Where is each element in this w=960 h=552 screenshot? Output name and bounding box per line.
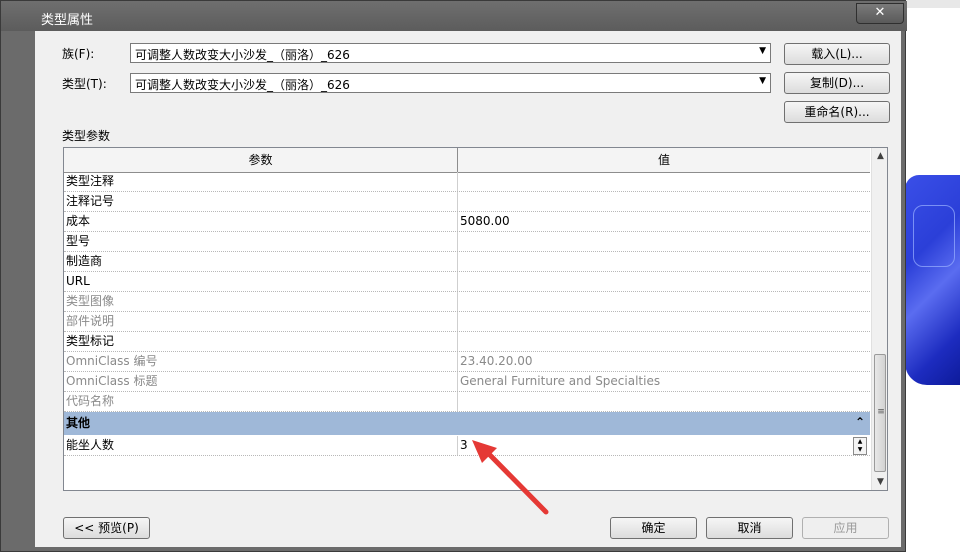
cancel-button[interactable]: 取消 xyxy=(706,517,793,539)
close-button[interactable]: ✕ xyxy=(856,3,904,24)
background-toolbar xyxy=(900,0,960,8)
param-name: 部件说明 xyxy=(66,314,115,328)
apply-button[interactable]: 应用 xyxy=(802,517,889,539)
ok-button[interactable]: 确定 xyxy=(610,517,697,539)
param-value[interactable] xyxy=(460,272,860,291)
table-row[interactable]: 注释记号 xyxy=(64,192,870,212)
scroll-thumb[interactable]: ≡ xyxy=(874,354,886,472)
table-row[interactable]: OmniClass 编号 23.40.20.00 xyxy=(64,352,870,372)
column-header-parameter[interactable]: 参数 xyxy=(64,148,458,172)
dropdown-arrow-icon[interactable]: ▼ xyxy=(759,46,766,56)
table-row[interactable]: 类型标记 xyxy=(64,332,870,352)
param-value[interactable] xyxy=(460,192,860,211)
grip-icon: ≡ xyxy=(877,407,885,417)
param-name: 类型图像 xyxy=(66,294,115,308)
sofa-3d-model xyxy=(905,175,960,385)
param-name: OmniClass 标题 xyxy=(66,374,158,388)
load-button[interactable]: 载入(L)... xyxy=(784,43,890,65)
table-row[interactable]: OmniClass 标题 General Furniture and Specia… xyxy=(64,372,870,392)
table-row[interactable]: 型号 xyxy=(64,232,870,252)
family-label: 族(F): xyxy=(62,47,95,61)
column-header-value[interactable]: 值 xyxy=(458,148,870,172)
table-row[interactable]: 类型图像 xyxy=(64,292,870,312)
family-value: 可调整人数改变大小沙发_（丽洛）_626 xyxy=(135,48,350,62)
param-name: OmniClass 编号 xyxy=(66,354,158,368)
dialog-title: 类型属性 xyxy=(41,13,94,28)
type-label: 类型(T): xyxy=(62,77,107,91)
preview-button[interactable]: << 预览(P) xyxy=(63,517,150,539)
duplicate-button[interactable]: 复制(D)... xyxy=(784,72,890,94)
param-value: 23.40.20.00 xyxy=(460,354,533,368)
parameters-grid[interactable]: 参数 值 类型注释 注释记号 成本 5080.00 型号 制造商 URL 类型图像… xyxy=(63,147,888,491)
param-value[interactable]: 5080.00 xyxy=(460,212,860,231)
param-value[interactable] xyxy=(460,312,860,331)
param-name: 制造商 xyxy=(66,254,103,268)
grid-rows: 类型注释 注释记号 成本 5080.00 型号 制造商 URL 类型图像 部件说明… xyxy=(64,172,870,456)
param-value: General Furniture and Specialties xyxy=(460,374,661,388)
table-row[interactable]: 制造商 xyxy=(64,252,870,272)
param-name: 注释记号 xyxy=(66,194,115,208)
scroll-up-arrow-icon[interactable]: ▲ xyxy=(872,148,887,164)
collapse-chevron-icon[interactable]: ⌃ xyxy=(855,415,865,429)
param-value[interactable] xyxy=(460,332,860,351)
type-combobox[interactable]: 可调整人数改变大小沙发_（丽洛）_626 ▼ xyxy=(130,73,771,93)
rename-button[interactable]: 重命名(R)... xyxy=(784,101,890,123)
grid-header: 参数 值 xyxy=(64,148,870,173)
param-name: URL xyxy=(66,274,90,288)
type-value: 可调整人数改变大小沙发_（丽洛）_626 xyxy=(135,78,350,92)
scroll-down-arrow-icon[interactable]: ▼ xyxy=(872,474,887,490)
param-value[interactable] xyxy=(460,252,860,271)
param-name: 能坐人数 xyxy=(66,438,115,452)
table-row[interactable]: 成本 5080.00 xyxy=(64,212,870,232)
title-bar[interactable]: 类型属性 ✕ xyxy=(1,1,907,31)
param-value xyxy=(460,392,860,411)
table-row[interactable]: 代码名称 xyxy=(64,392,870,412)
table-row[interactable]: 能坐人数 3 ▲ ▼ xyxy=(64,436,870,456)
param-value[interactable] xyxy=(460,292,860,311)
param-name: 代码名称 xyxy=(66,394,115,408)
table-row[interactable]: URL xyxy=(64,272,870,292)
table-row[interactable]: 类型注释 xyxy=(64,172,870,192)
param-name: 类型注释 xyxy=(66,174,115,188)
group-header-other[interactable]: 其他 ⌃ xyxy=(64,412,870,436)
group-label: 其他 xyxy=(66,416,91,430)
table-row[interactable]: 部件说明 xyxy=(64,312,870,332)
seat-count-stepper[interactable]: ▲ ▼ xyxy=(853,437,867,455)
param-name: 型号 xyxy=(66,234,91,248)
param-value[interactable] xyxy=(460,172,860,191)
grid-vertical-scrollbar[interactable]: ▲ ≡ ▼ xyxy=(871,148,887,490)
param-value[interactable] xyxy=(460,232,860,251)
param-name: 类型标记 xyxy=(66,334,115,348)
type-parameters-label: 类型参数 xyxy=(62,129,111,143)
seat-count-value[interactable]: 3 xyxy=(460,436,860,455)
param-name: 成本 xyxy=(66,214,91,228)
dropdown-arrow-icon[interactable]: ▼ xyxy=(759,76,766,86)
family-combobox[interactable]: 可调整人数改变大小沙发_（丽洛）_626 ▼ xyxy=(130,43,771,63)
